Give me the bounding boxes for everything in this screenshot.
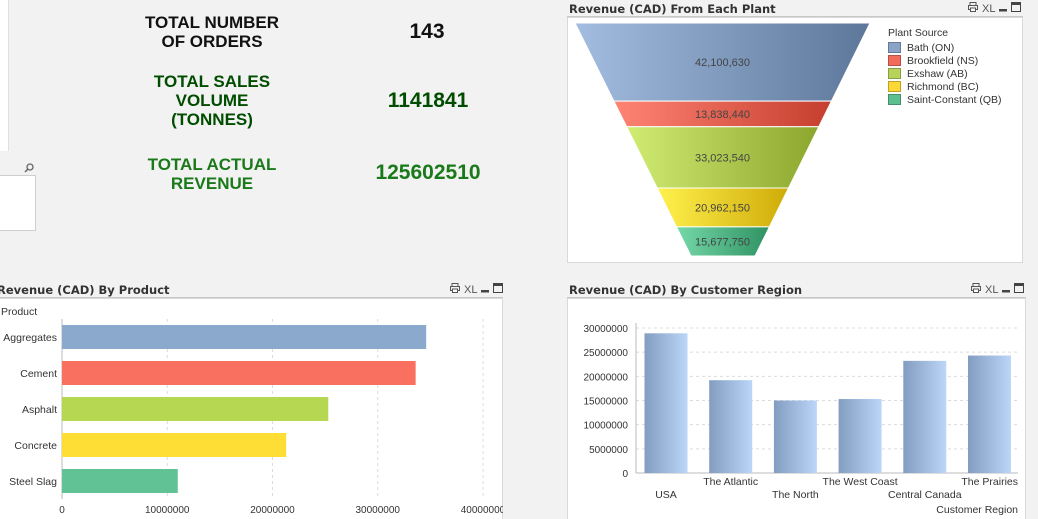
bar[interactable] bbox=[62, 433, 287, 457]
region-chart-panel: 0 5000000 10000000 15000000 20000000 25000000… bbox=[567, 298, 1026, 519]
legend-swatch bbox=[888, 42, 901, 53]
minimize-icon[interactable] bbox=[1002, 284, 1011, 296]
y-axis-title: Product bbox=[1, 306, 37, 318]
kpi-volume-value: 1141841 bbox=[387, 89, 469, 112]
export-excel-button[interactable]: XL bbox=[464, 284, 477, 296]
x-tick-label: The West Coast bbox=[823, 476, 898, 488]
funnel-value-label: 20,962,150 bbox=[695, 202, 750, 214]
bar[interactable] bbox=[62, 361, 416, 385]
printer-icon[interactable] bbox=[971, 283, 981, 296]
legend-title: Plant Source bbox=[888, 27, 949, 39]
plant-chart-title: Revenue (CAD) From Each Plant bbox=[569, 2, 776, 16]
bar[interactable] bbox=[62, 397, 329, 421]
y-tick-label: 0 bbox=[622, 469, 628, 480]
kpi-orders-value: 143 bbox=[409, 20, 445, 43]
maximize-icon[interactable] bbox=[1011, 2, 1022, 15]
funnel-value-label: 13,838,440 bbox=[695, 109, 750, 121]
y-tick-label: 20000000 bbox=[584, 372, 629, 383]
x-tick-label: The Prairies bbox=[961, 476, 1018, 488]
y-tick-label: Concrete bbox=[14, 440, 57, 452]
legend-label: Brookfield (NS) bbox=[907, 54, 979, 67]
minimize-icon[interactable] bbox=[999, 3, 1008, 15]
minimize-icon[interactable] bbox=[481, 284, 490, 296]
y-tick-label: 15000000 bbox=[584, 397, 629, 408]
y-tick-label: Cement bbox=[20, 368, 57, 380]
search-box-fragment[interactable] bbox=[0, 175, 36, 231]
y-tick-label: 25000000 bbox=[584, 348, 629, 359]
legend-item[interactable]: Saint-Constant (QB) bbox=[888, 93, 1002, 106]
kpi-volume-label: TOTAL SALES VOLUME (TONNES) bbox=[153, 72, 271, 129]
bar[interactable] bbox=[709, 380, 753, 473]
legend-label: Richmond (BC) bbox=[907, 80, 979, 93]
x-tick-label: USA bbox=[655, 489, 677, 501]
x-tick-label: 0 bbox=[59, 505, 65, 516]
x-tick-label: 40000000 bbox=[461, 505, 503, 516]
x-tick-label: 10000000 bbox=[145, 505, 190, 516]
x-tick-label: The North bbox=[772, 489, 819, 501]
maximize-icon[interactable] bbox=[1014, 283, 1025, 296]
legend-swatch bbox=[888, 81, 901, 92]
product-bar-chart: Product 0 10000000 20000000 30000000 40000000… bbox=[1, 306, 503, 516]
region-chart-title: Revenue (CAD) By Customer Region bbox=[569, 283, 803, 297]
bar[interactable] bbox=[773, 400, 817, 474]
legend-item[interactable]: Exshaw (AB) bbox=[888, 67, 1002, 80]
y-tick-label: 5000000 bbox=[589, 445, 628, 456]
product-chart-tools: XL bbox=[450, 283, 504, 296]
x-tick-label: 30000000 bbox=[356, 505, 401, 516]
legend-swatch bbox=[888, 94, 901, 105]
left-panel-fragment bbox=[0, 0, 9, 151]
legend-label: Saint-Constant (QB) bbox=[907, 93, 1002, 106]
legend-swatch bbox=[888, 55, 901, 66]
legend-label: Bath (ON) bbox=[907, 41, 955, 54]
search-icon[interactable] bbox=[24, 160, 34, 173]
kpi-revenue-value: 125602510 bbox=[375, 161, 481, 184]
funnel-value-label: 33,023,540 bbox=[695, 152, 750, 164]
legend-item[interactable]: Bath (ON) bbox=[888, 41, 1002, 54]
legend-item[interactable]: Brookfield (NS) bbox=[888, 54, 1002, 67]
plant-legend: Plant Source Bath (ON) Brookfield (NS) Exs… bbox=[888, 27, 1002, 106]
plant-chart-panel: 42,100,630 13,838,440 33,023,540 20,962,150… bbox=[567, 17, 1023, 263]
y-tick-label: 30000000 bbox=[584, 324, 629, 335]
bar[interactable] bbox=[644, 333, 688, 473]
legend-swatch bbox=[888, 68, 901, 79]
region-chart-tools: XL bbox=[971, 283, 1025, 296]
product-chart-panel: Product 0 10000000 20000000 30000000 40000000… bbox=[0, 298, 503, 519]
x-axis-title: Customer Region bbox=[936, 504, 1018, 516]
maximize-icon[interactable] bbox=[493, 283, 504, 296]
bar[interactable] bbox=[62, 325, 427, 349]
y-tick-label: Asphalt bbox=[22, 404, 57, 416]
funnel-value-label: 15,677,750 bbox=[695, 236, 750, 248]
plant-chart-tools: XL bbox=[968, 2, 1022, 15]
product-chart-title: Revenue (CAD) By Product bbox=[0, 283, 170, 297]
y-tick-label: 10000000 bbox=[584, 421, 629, 432]
export-excel-button[interactable]: XL bbox=[985, 284, 998, 296]
x-tick-label: Central Canada bbox=[888, 489, 962, 501]
printer-icon[interactable] bbox=[450, 283, 460, 296]
x-tick-label: The Atlantic bbox=[703, 476, 758, 488]
bar[interactable] bbox=[968, 355, 1011, 473]
legend-label: Exshaw (AB) bbox=[907, 67, 968, 80]
bar[interactable] bbox=[838, 399, 882, 473]
legend-item[interactable]: Richmond (BC) bbox=[888, 80, 1002, 93]
export-excel-button[interactable]: XL bbox=[982, 3, 995, 15]
y-tick-label: Steel Slag bbox=[9, 476, 57, 488]
x-tick-label: 20000000 bbox=[250, 505, 295, 516]
funnel-value-label: 42,100,630 bbox=[695, 57, 750, 69]
printer-icon[interactable] bbox=[968, 2, 978, 15]
kpi-revenue-label: TOTAL ACTUAL REVENUE bbox=[147, 155, 277, 193]
y-tick-label: Aggregates bbox=[3, 332, 57, 344]
bar[interactable] bbox=[62, 469, 178, 493]
kpi-orders-label: TOTAL NUMBER OF ORDERS bbox=[144, 13, 280, 51]
region-bar-chart: 0 5000000 10000000 15000000 20000000 25000000… bbox=[584, 323, 1018, 516]
bar[interactable] bbox=[903, 360, 947, 473]
